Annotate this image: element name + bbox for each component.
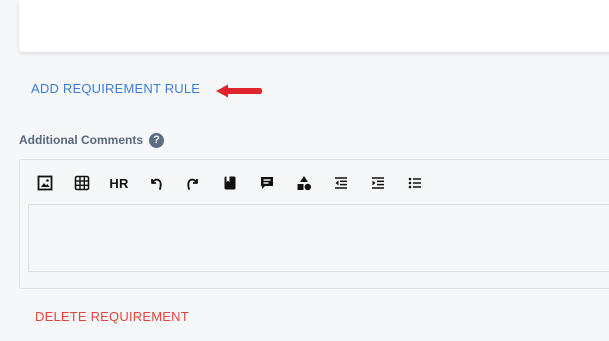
- undo-icon[interactable]: [145, 172, 167, 194]
- image-icon[interactable]: [34, 172, 56, 194]
- bullet-list-icon[interactable]: [404, 172, 426, 194]
- annotation-arrow-icon: [216, 84, 262, 98]
- hr-button[interactable]: HR: [108, 172, 130, 194]
- editor-toolbar: HR: [34, 172, 441, 194]
- requirement-rules-card: [19, 0, 609, 52]
- outdent-icon[interactable]: [330, 172, 352, 194]
- shapes-icon[interactable]: [293, 172, 315, 194]
- table-icon[interactable]: [71, 172, 93, 194]
- comments-textarea[interactable]: [28, 204, 609, 272]
- delete-requirement-button[interactable]: DELETE REQUIREMENT: [35, 308, 189, 326]
- text-block-icon[interactable]: [256, 172, 278, 194]
- comments-editor: HR: [19, 159, 609, 289]
- bookmark-icon[interactable]: [219, 172, 241, 194]
- hr-button-label: HR: [109, 175, 129, 191]
- additional-comments-text: Additional Comments: [19, 133, 144, 147]
- indent-icon[interactable]: [367, 172, 389, 194]
- add-requirement-rule-link[interactable]: ADD REQUIREMENT RULE: [31, 80, 200, 98]
- redo-icon[interactable]: [182, 172, 204, 194]
- additional-comments-label: Additional Comments ?: [19, 132, 165, 148]
- help-icon[interactable]: ?: [149, 132, 165, 148]
